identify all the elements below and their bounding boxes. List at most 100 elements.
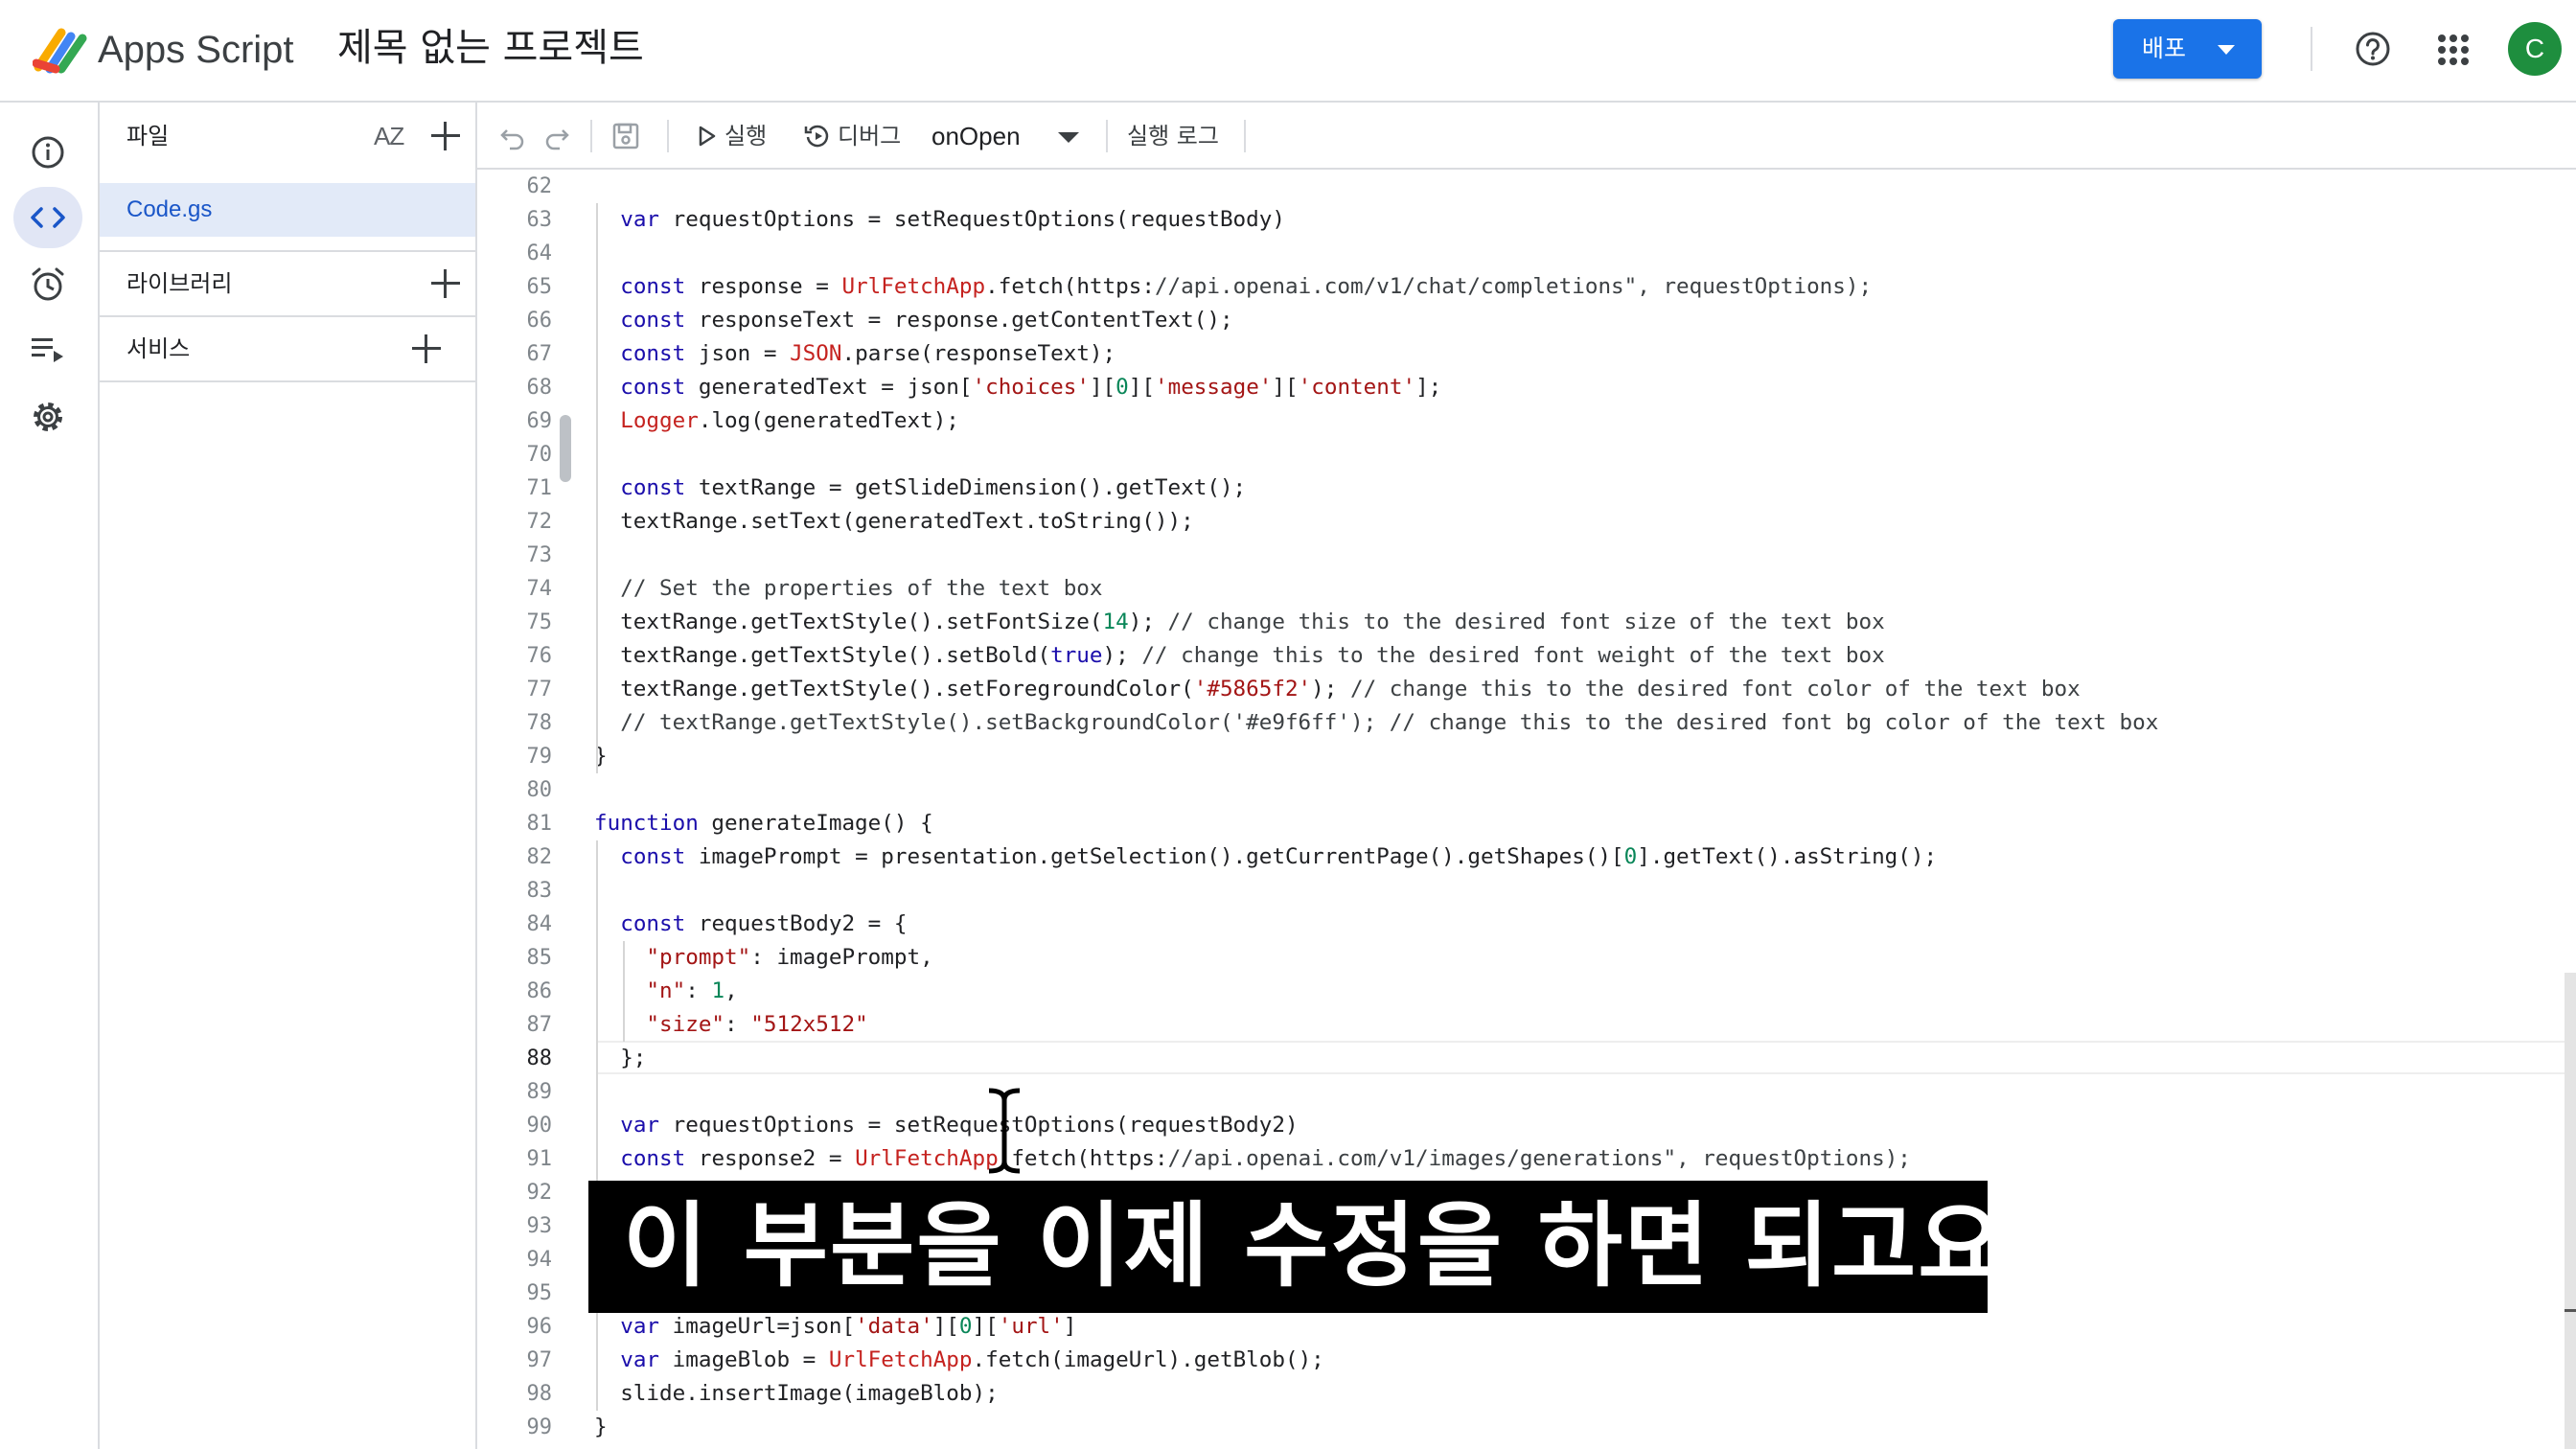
code-text: const generatedText = json['choices'][0]… [620, 375, 1442, 400]
code-line[interactable]: 68 const generatedText = json['choices']… [477, 371, 2576, 404]
line-number: 96 [526, 1315, 553, 1339]
code-line[interactable]: 86 "n": 1, [477, 975, 2576, 1008]
debug-button[interactable]: 디버그 [838, 120, 901, 152]
file-name: Code.gs [126, 196, 213, 222]
function-select[interactable]: onOpen [932, 120, 1021, 152]
code-line[interactable]: 79} [477, 740, 2576, 773]
code-line[interactable]: 67 const json = JSON.parse(responseText)… [477, 337, 2576, 371]
line-number: 76 [526, 644, 553, 668]
code-line[interactable]: 96 var imageUrl=json['data'][0]['url'] [477, 1310, 2576, 1344]
code-line[interactable]: 72 textRange.setText(generatedText.toStr… [477, 505, 2576, 539]
sort-az-icon[interactable]: AZ [374, 122, 404, 151]
code-line[interactable]: 65 const response = UrlFetchApp.fetch(ht… [477, 270, 2576, 304]
code-line[interactable]: 77 textRange.getTextStyle().setForegroun… [477, 673, 2576, 706]
code-line[interactable]: 98 slide.insertImage(imageBlob); [477, 1377, 2576, 1411]
deploy-button[interactable]: 배포 [2113, 19, 2262, 79]
code-line[interactable]: 78 // textRange.getTextStyle().setBackgr… [477, 706, 2576, 740]
code-text: } [594, 1414, 608, 1439]
editor-nav-button[interactable] [13, 187, 82, 248]
line-number: 81 [526, 812, 553, 836]
code-line[interactable]: 87 "size": "512x512" [477, 1008, 2576, 1042]
code-text: const requestBody2 = { [620, 911, 908, 936]
files-header: 파일 AZ [100, 103, 475, 170]
line-number: 71 [526, 476, 553, 500]
save-icon[interactable] [611, 122, 640, 150]
code-text: function generateImage() { [594, 811, 933, 836]
code-line[interactable]: 62 [477, 170, 2576, 203]
chevron-down-icon[interactable] [1058, 132, 1079, 143]
execution-log-button[interactable]: 실행 로그 [1127, 120, 1219, 152]
code-text: "size": "512x512" [646, 1012, 868, 1037]
undo-icon[interactable] [498, 122, 527, 150]
line-number: 72 [526, 510, 553, 534]
code-line[interactable]: 91 const response2 = UrlFetchApp.fetch(h… [477, 1142, 2576, 1176]
toolbar-divider [590, 120, 592, 152]
debug-icon[interactable] [803, 122, 832, 150]
code-line[interactable]: 99} [477, 1411, 2576, 1444]
code-line[interactable]: 73 [477, 539, 2576, 572]
triggers-nav-button[interactable] [13, 254, 82, 315]
code-line[interactable]: 74 // Set the properties of the text box [477, 572, 2576, 606]
code-line[interactable]: 80 [477, 773, 2576, 807]
line-number: 91 [526, 1147, 553, 1171]
code-line[interactable]: 66 const responseText = response.getCont… [477, 304, 2576, 337]
code-line[interactable]: 63 var requestOptions = setRequestOption… [477, 203, 2576, 237]
indent-guide [596, 203, 598, 773]
caption-text: 이 부분을 이제 수정을 하면 되고요 [623, 1192, 2005, 1300]
add-file-plus-icon[interactable] [431, 122, 460, 150]
help-icon[interactable] [2355, 31, 2391, 67]
code-line[interactable]: 70 [477, 438, 2576, 472]
code-line[interactable]: 83 [477, 874, 2576, 908]
line-number: 92 [526, 1181, 553, 1205]
code-line[interactable]: 97 var imageBlob = UrlFetchApp.fetch(ima… [477, 1344, 2576, 1377]
code-text: textRange.setText(generatedText.toString… [594, 509, 1194, 534]
line-number: 98 [526, 1382, 553, 1406]
code-text: "n": 1, [646, 978, 738, 1003]
settings-nav-button[interactable] [13, 386, 82, 448]
subtitle-caption: 이 부분을 이제 수정을 하면 되고요 [588, 1181, 2003, 1313]
code-line[interactable]: 89 [477, 1075, 2576, 1109]
line-number: 94 [526, 1248, 553, 1272]
code-text: "prompt": imagePrompt, [646, 945, 933, 970]
left-navigation-rail [0, 103, 100, 1449]
code-line[interactable]: 76 textRange.getTextStyle().setBold(true… [477, 639, 2576, 673]
code-line[interactable]: 84 const requestBody2 = { [477, 908, 2576, 941]
redo-icon[interactable] [542, 122, 571, 150]
brand-name[interactable]: Apps Script [98, 23, 294, 77]
code-brackets-icon [31, 207, 65, 228]
info-icon [32, 136, 64, 169]
editor-scrollbar[interactable] [2564, 973, 2576, 1449]
libraries-section: 라이브러리 [100, 250, 475, 315]
code-line[interactable]: 81 function generateImage() { [477, 807, 2576, 840]
line-number: 79 [526, 745, 553, 769]
indent-guide [596, 840, 598, 1411]
line-number: 85 [526, 946, 553, 970]
deploy-button-label: 배포 [2142, 34, 2187, 62]
line-number: 70 [526, 443, 553, 467]
project-title[interactable]: 제목 없는 프로젝트 [337, 21, 644, 75]
code-line[interactable]: 64 [477, 237, 2576, 270]
services-section: 서비스 [100, 315, 475, 382]
file-item-code-gs[interactable]: Code.gs [100, 183, 475, 237]
line-number: 75 [526, 610, 553, 634]
google-apps-grid-icon[interactable] [2436, 33, 2471, 67]
text-cursor-icon [988, 1088, 1021, 1174]
code-line[interactable]: 88 }; [477, 1042, 2576, 1075]
code-line[interactable]: 75 textRange.getTextStyle().setFontSize(… [477, 606, 2576, 639]
code-text: Logger.log(generatedText); [620, 408, 959, 433]
run-button[interactable]: 실행 [724, 120, 767, 152]
overview-nav-button[interactable] [13, 122, 82, 183]
code-line[interactable]: 82 const imagePrompt = presentation.getS… [477, 840, 2576, 874]
code-line[interactable]: 71 const textRange = getSlideDimension()… [477, 472, 2576, 505]
code-line[interactable]: 85 "prompt": imagePrompt, [477, 941, 2576, 975]
code-line[interactable]: 90 var requestOptions = setRequestOption… [477, 1109, 2576, 1142]
code-text: const textRange = getSlideDimension().ge… [620, 475, 1247, 500]
add-library-plus-icon[interactable] [431, 269, 460, 298]
play-icon[interactable] [696, 122, 719, 150]
add-service-plus-icon[interactable] [412, 334, 441, 363]
account-avatar[interactable]: C [2508, 22, 2562, 76]
apps-script-logo-icon[interactable] [33, 25, 90, 75]
line-number: 64 [526, 242, 553, 265]
code-line[interactable]: 69 Logger.log(generatedText); [477, 404, 2576, 438]
executions-nav-button[interactable] [13, 319, 82, 380]
